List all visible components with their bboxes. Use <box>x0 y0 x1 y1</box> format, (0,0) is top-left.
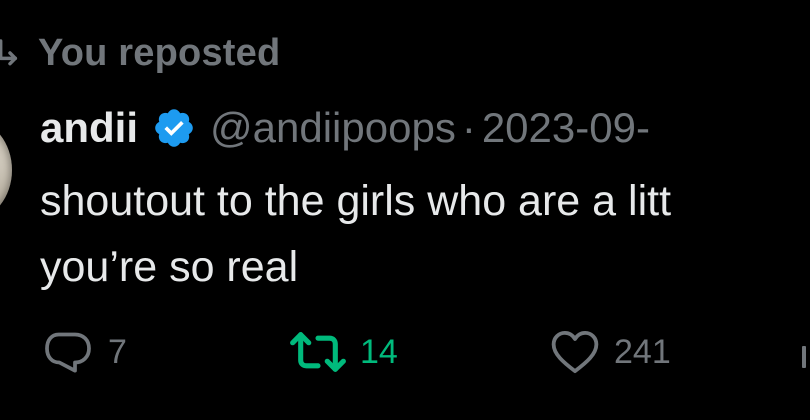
tweet-text-line: shoutout to the girls who are a litt <box>40 177 672 225</box>
reply-icon <box>45 332 91 373</box>
heart-icon <box>551 330 599 374</box>
repost-icon <box>0 37 26 69</box>
views-button[interactable] <box>802 324 806 380</box>
tweet-header: andii @andiipoops · 2023-09- <box>40 98 650 158</box>
repost-count: 14 <box>360 332 398 371</box>
tweet-text-line: you’re so real <box>40 243 299 291</box>
tweet-card[interactable]: You reposted andii @andiipoops · 2023-09… <box>0 0 810 420</box>
verified-badge-icon[interactable] <box>152 106 196 150</box>
repost-context-label: You reposted <box>38 31 281 74</box>
repost-button[interactable]: 14 <box>288 324 398 380</box>
reply-count: 7 <box>108 332 127 371</box>
like-count: 241 <box>614 332 671 371</box>
tweet-timestamp[interactable]: 2023-09- <box>482 104 650 152</box>
repost-icon <box>290 332 346 372</box>
avatar[interactable] <box>0 120 12 220</box>
like-button[interactable]: 241 <box>548 324 671 380</box>
author-handle[interactable]: @andiipoops <box>210 104 456 152</box>
reply-button[interactable]: 7 <box>40 324 127 380</box>
views-icon <box>802 346 806 368</box>
tweet-text: shoutout to the girls who are a litt you’… <box>40 168 810 300</box>
separator-dot: · <box>461 104 476 151</box>
author-name[interactable]: andii <box>40 104 138 152</box>
action-bar: 7 14 241 <box>40 324 810 380</box>
repost-context: You reposted <box>0 28 280 78</box>
